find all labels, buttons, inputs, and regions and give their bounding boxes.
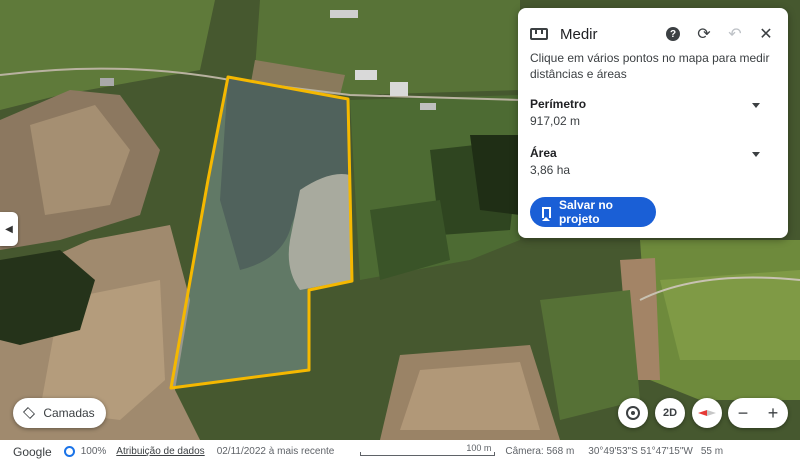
ground-altitude: 55 m bbox=[700, 446, 724, 457]
perimeter-label: Perímetro bbox=[530, 97, 587, 111]
zoom-in-button[interactable]: + bbox=[758, 398, 788, 428]
close-icon[interactable]: ✕ bbox=[754, 22, 778, 46]
imagery-date: 02/11/2022 à mais recente bbox=[216, 446, 335, 457]
scale-label: 100 m bbox=[466, 443, 492, 453]
undo-icon[interactable]: ↶ bbox=[723, 22, 747, 46]
view-mode-button[interactable]: 2D bbox=[655, 398, 685, 428]
caret-down-icon[interactable] bbox=[752, 152, 760, 157]
ruler-icon bbox=[530, 28, 548, 40]
help-icon[interactable]: ? bbox=[661, 22, 685, 46]
bookmark-icon bbox=[542, 206, 551, 221]
data-attribution-link[interactable]: Atribuição de dados bbox=[116, 446, 204, 457]
compass-button[interactable] bbox=[692, 398, 722, 428]
perimeter-row[interactable]: Perímetro 917,02 m bbox=[530, 97, 768, 128]
panel-header: Medir ? ⟳ ↶ ✕ bbox=[530, 22, 778, 46]
layers-label: Camadas bbox=[43, 406, 95, 420]
coordinates: 30°49'53"S 51°47'15"W bbox=[588, 446, 693, 457]
view-mode-label: 2D bbox=[662, 407, 678, 419]
status-bar: Google 100% Atribuição de dados 02/11/20… bbox=[0, 440, 800, 463]
compass-icon bbox=[698, 410, 716, 416]
refresh-icon[interactable]: ⟳ bbox=[692, 22, 716, 46]
area-value: 3,86 ha bbox=[530, 163, 571, 177]
perimeter-value: 917,02 m bbox=[530, 114, 581, 128]
measure-panel: Medir ? ⟳ ↶ ✕ Clique em vários pontos no… bbox=[518, 8, 788, 238]
caret-down-icon[interactable] bbox=[752, 103, 760, 108]
google-logo: Google bbox=[13, 444, 52, 459]
crosshair-icon bbox=[626, 406, 640, 420]
layers-icon bbox=[23, 406, 36, 420]
zoom-out-button[interactable]: − bbox=[728, 398, 758, 428]
zoom-controls: − + bbox=[728, 398, 788, 428]
panel-title: Medir bbox=[560, 25, 598, 43]
chevron-left-icon: ◀ bbox=[5, 223, 13, 235]
panel-description: Clique em vários pontos no mapa para med… bbox=[530, 51, 770, 81]
progress-ring-icon bbox=[63, 446, 75, 457]
load-progress: 100% bbox=[80, 446, 107, 457]
side-panel-toggle[interactable]: ◀ bbox=[0, 212, 18, 246]
area-label: Área bbox=[530, 146, 557, 160]
area-row[interactable]: Área 3,86 ha bbox=[530, 146, 768, 177]
locate-button[interactable] bbox=[618, 398, 648, 428]
save-to-project-button[interactable]: Salvar no projeto bbox=[530, 197, 656, 227]
layers-button[interactable]: Camadas bbox=[13, 398, 106, 428]
save-button-label: Salvar no projeto bbox=[558, 198, 613, 226]
scale-bar: 100 m bbox=[360, 443, 496, 457]
camera-altitude: Câmera: 568 m bbox=[505, 446, 575, 457]
